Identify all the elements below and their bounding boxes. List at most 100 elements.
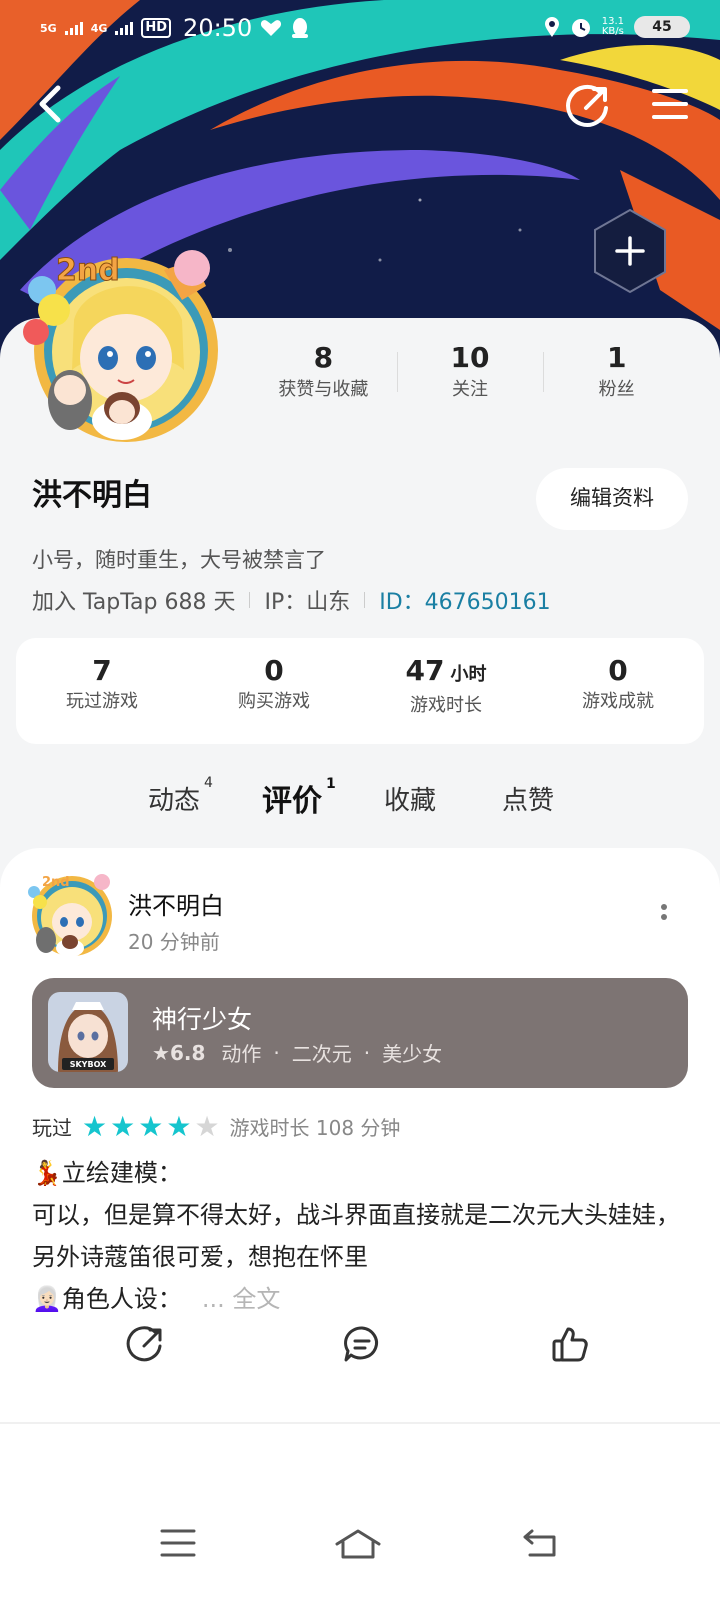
recent-apps-icon xyxy=(160,1529,196,1557)
battery-indicator: 45 xyxy=(634,16,690,38)
review-line: 💃立绘建模： xyxy=(32,1159,182,1187)
stat-played-games[interactable]: 7 玩过游戏 xyxy=(16,638,188,744)
game-tag: 二次元 xyxy=(291,1042,352,1066)
add-button[interactable] xyxy=(590,206,670,296)
game-stats-card: 7 玩过游戏 0 购买游戏 47 小时 游戏时长 0 游戏成就 xyxy=(16,638,704,744)
review-line: 👩🏻‍🦳角色人设： ... 全文 xyxy=(32,1278,692,1320)
location-icon xyxy=(544,17,559,37)
nav-back-button[interactable] xyxy=(522,1528,558,1562)
achievements-label: 游戏成就 xyxy=(582,691,654,712)
game-tag: 动作 xyxy=(221,1042,262,1066)
user-id[interactable]: ID：467650161 xyxy=(379,584,550,616)
stat-play-time[interactable]: 47 小时 游戏时长 xyxy=(360,638,532,744)
review-rating-row: 玩过 ★ ★ ★ ★ ★ 游戏时长 108 分钟 xyxy=(32,1112,400,1141)
avatar-image: 2nd xyxy=(28,874,112,957)
stat-achievements[interactable]: 0 游戏成就 xyxy=(532,638,704,744)
play-time-unit: 小时 xyxy=(450,664,487,685)
tab-reviews-label: 评价 xyxy=(262,784,322,819)
tab-reviews[interactable]: 评价 1 xyxy=(262,776,336,820)
nav-menu-button[interactable] xyxy=(160,1528,196,1562)
share-icon xyxy=(566,84,608,127)
stat-following-value: 10 xyxy=(450,341,490,374)
read-more-link[interactable]: ... 全文 xyxy=(202,1285,281,1313)
star-filled-icon: ★ xyxy=(166,1109,192,1143)
tag-separator: · xyxy=(363,1040,371,1065)
review-card[interactable]: 2nd 洪不明白 20 分钟前 SKYBOX 神行少女 ★6.8 动作 · 二次… xyxy=(0,848,720,1422)
star-icon: ★ xyxy=(152,1040,170,1065)
user-avatar[interactable]: 2nd xyxy=(14,240,234,450)
stat-likes[interactable]: 8 获赞与收藏 xyxy=(250,340,397,410)
star-filled-icon: ★ xyxy=(138,1109,164,1143)
review-actions xyxy=(0,1324,720,1384)
review-like-button[interactable] xyxy=(550,1324,590,1364)
tab-likes-label: 点赞 xyxy=(502,786,555,816)
tab-favorites-label: 收藏 xyxy=(384,786,437,816)
game-rating: ★6.8 xyxy=(152,1041,205,1065)
play-time-label: 游戏时长 xyxy=(410,695,482,716)
tab-likes[interactable]: 点赞 xyxy=(502,780,554,817)
stat-likes-value: 8 xyxy=(313,341,334,374)
review-text[interactable]: 💃立绘建模： 可以，但是算不得太好，战斗界面直接就是二次元大头娃娃，另外诗蔻笛很… xyxy=(32,1152,692,1320)
plus-icon xyxy=(594,208,666,294)
review-playtime: 游戏时长 108 分钟 xyxy=(229,1116,401,1140)
hd-badge: HD xyxy=(141,18,172,38)
tab-activity-label: 动态 xyxy=(148,786,201,816)
menu-button[interactable] xyxy=(650,86,690,122)
speed-unit: KB/s xyxy=(601,26,624,37)
profile-meta: 加入 TapTap 688 天 IP：山东 ID：467650161 xyxy=(32,584,551,616)
qq-icon xyxy=(292,18,309,38)
thumbs-up-icon xyxy=(552,1327,588,1362)
signal-icon-2 xyxy=(115,21,134,35)
hamburger-icon xyxy=(652,89,688,119)
alarm-icon xyxy=(571,19,590,37)
game-rating-value: 6.8 xyxy=(169,1040,206,1065)
join-days: 加入 TapTap 688 天 xyxy=(32,590,236,615)
tab-activity[interactable]: 动态4 xyxy=(148,775,213,817)
achievements-value: 0 xyxy=(608,654,628,687)
profile-tabs: 动态4 评价 1 收藏 点赞 xyxy=(0,775,720,840)
tab-favorites[interactable]: 收藏 xyxy=(384,780,436,817)
network-4g-label: 4G xyxy=(90,21,108,35)
heart-icon xyxy=(261,20,282,36)
ip-location: IP：山东 xyxy=(264,590,351,615)
edit-profile-button[interactable]: 编辑资料 xyxy=(536,468,688,530)
star-filled-icon: ★ xyxy=(82,1109,108,1143)
meta-divider xyxy=(249,592,251,608)
profile-bio: 小号，随时重生，大号被禁言了 xyxy=(32,548,326,572)
stat-purchased-games[interactable]: 0 购买游戏 xyxy=(188,638,360,744)
profile-stats: 8 获赞与收藏 10 关注 1 粉丝 xyxy=(250,340,690,410)
stat-likes-label: 获赞与收藏 xyxy=(278,379,369,400)
review-time: 20 分钟前 xyxy=(128,930,220,954)
played-games-label: 玩过游戏 xyxy=(66,691,138,712)
game-title: 神行少女 xyxy=(152,1005,253,1034)
star-empty-icon: ★ xyxy=(194,1109,220,1143)
network-speed: 13.1 KB/s xyxy=(602,17,624,37)
rating-stars: ★ ★ ★ ★ ★ xyxy=(82,1109,220,1143)
clock: 20:50 xyxy=(183,14,253,42)
game-info: ★6.8 动作 · 二次元 · 美少女 xyxy=(152,1038,442,1067)
review-author-avatar[interactable]: 2nd xyxy=(22,868,118,960)
profile-name: 洪不明白 xyxy=(32,478,152,513)
played-label: 玩过 xyxy=(32,1116,72,1140)
tag-separator: · xyxy=(273,1040,280,1065)
meta-divider xyxy=(364,592,366,608)
stat-following[interactable]: 10 关注 xyxy=(396,340,544,410)
stat-fans[interactable]: 1 粉丝 xyxy=(543,340,690,410)
more-options-button[interactable] xyxy=(654,900,674,928)
review-comment-button[interactable] xyxy=(342,1324,382,1364)
review-author-name[interactable]: 洪不明白 xyxy=(128,886,224,921)
review-share-button[interactable] xyxy=(126,1324,166,1364)
share-button[interactable] xyxy=(566,82,612,128)
nav-home-button[interactable] xyxy=(334,1528,382,1564)
game-icon: SKYBOX xyxy=(48,992,128,1072)
stat-following-label: 关注 xyxy=(452,379,488,400)
signal-icon xyxy=(64,21,83,35)
game-icon-label: SKYBOX xyxy=(70,1060,107,1069)
star-filled-icon: ★ xyxy=(110,1109,136,1143)
avatar-image: 2nd xyxy=(23,250,218,442)
svg-text:2nd: 2nd xyxy=(56,253,120,288)
back-button[interactable] xyxy=(30,82,70,126)
game-card[interactable]: SKYBOX 神行少女 ★6.8 动作 · 二次元 · 美少女 xyxy=(32,978,688,1088)
network-5g-label: 5G xyxy=(40,21,57,35)
stat-fans-value: 1 xyxy=(606,341,627,374)
